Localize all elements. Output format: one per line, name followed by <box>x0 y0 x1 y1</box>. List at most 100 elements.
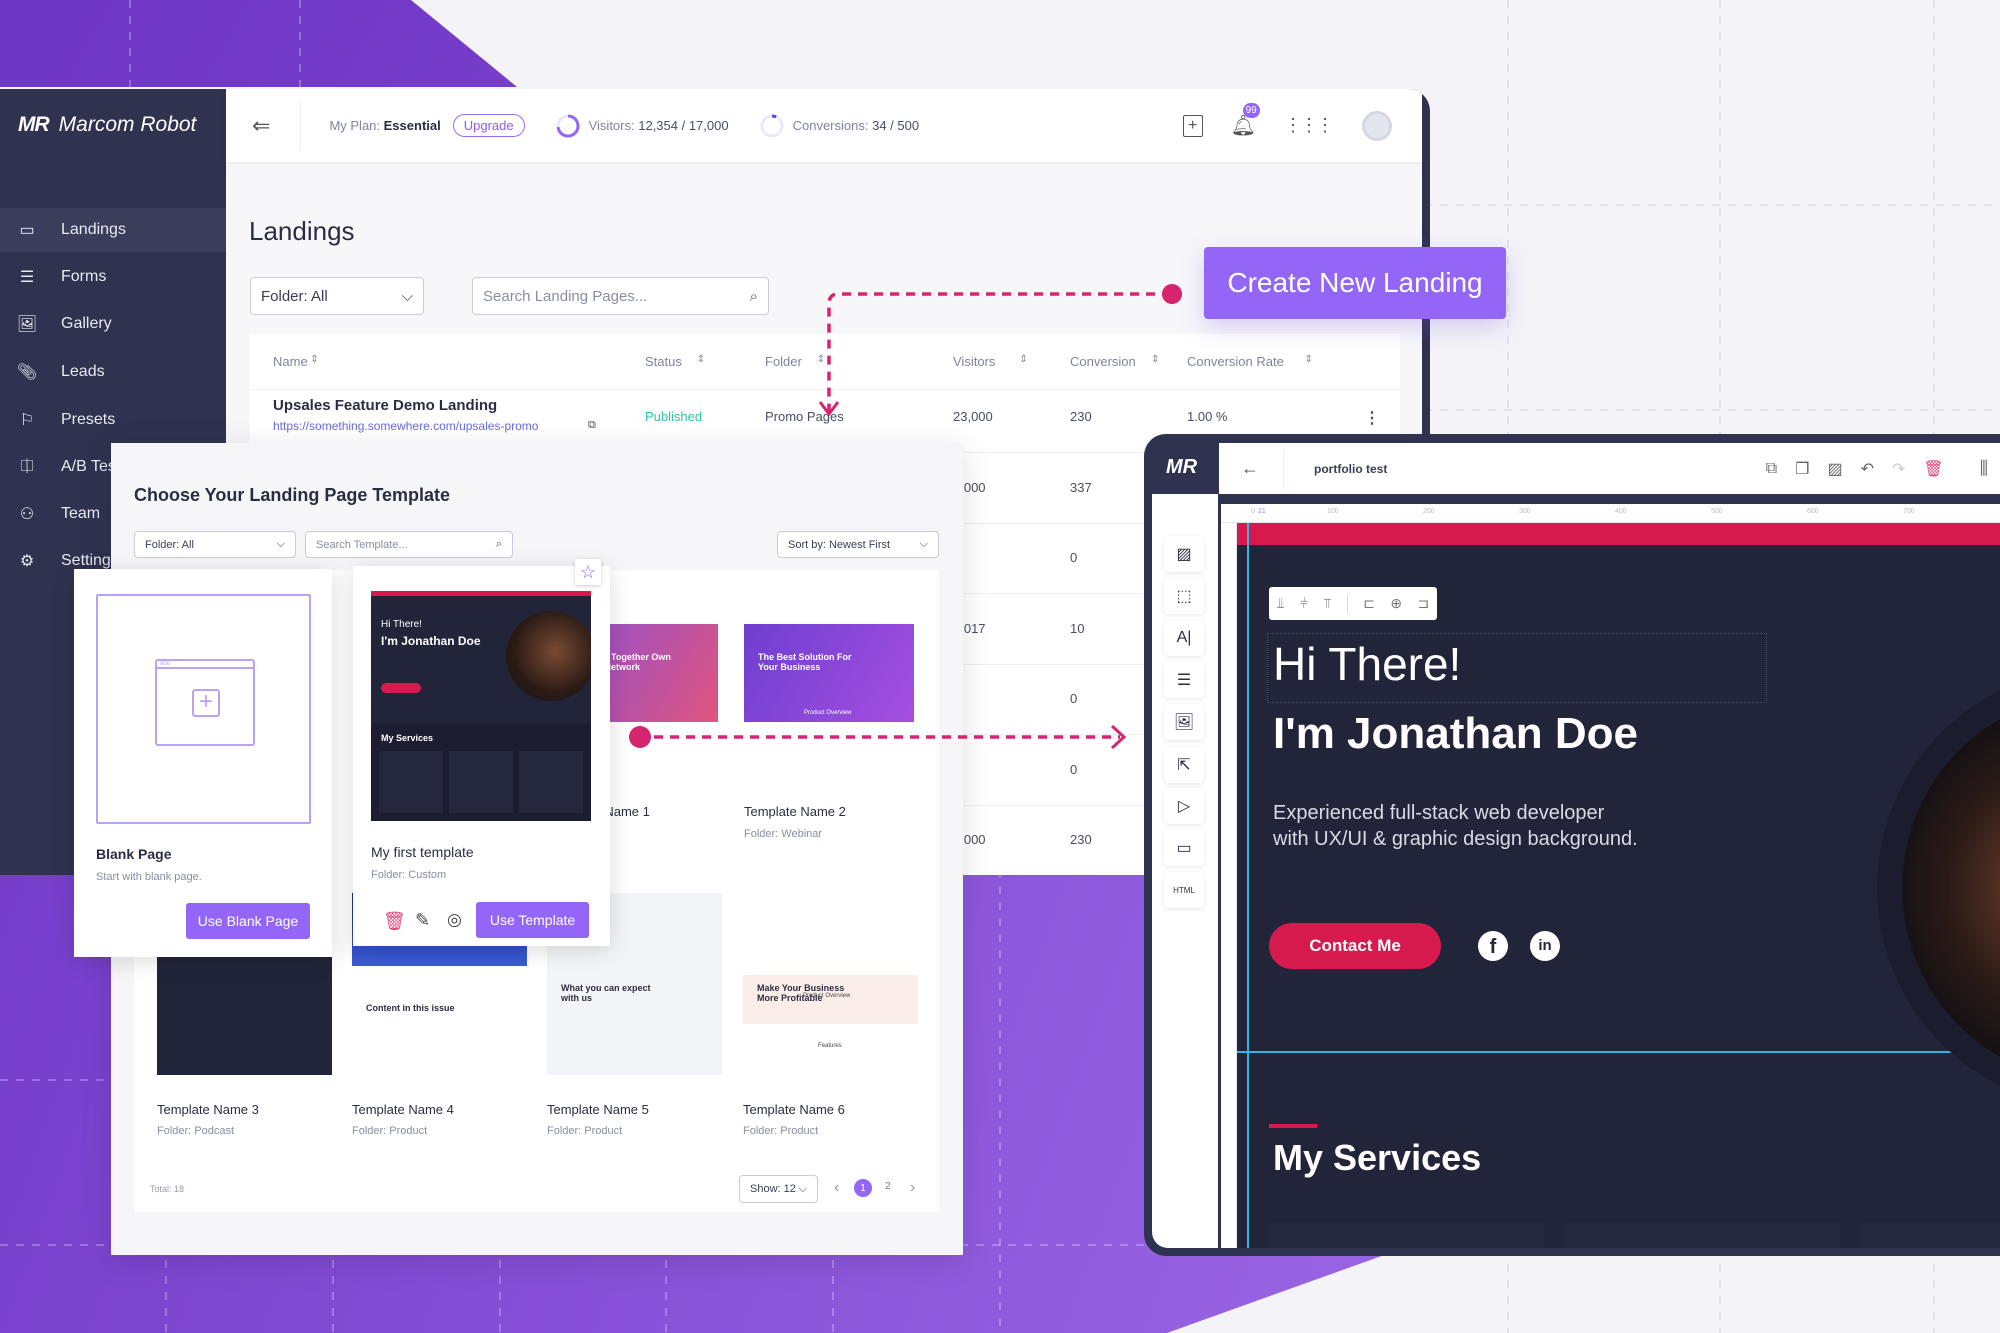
page-1-button[interactable]: 1 <box>854 1179 872 1197</box>
column-header[interactable]: Name <box>273 354 308 369</box>
columns-icon[interactable]: ⫼ <box>1980 458 1988 479</box>
undo-icon[interactable]: ↶ <box>1861 459 1874 479</box>
next-page-icon[interactable]: › <box>910 1179 915 1197</box>
folder-select[interactable]: Folder: All ⌵ <box>250 277 424 315</box>
edit-pencil-icon[interactable]: ✎ <box>415 910 430 931</box>
create-new-landing-button[interactable]: Create New Landing <box>1204 247 1506 319</box>
shape-tool-icon[interactable]: ▭ <box>1164 830 1204 866</box>
hero-description-line-2[interactable]: with UX/UI & graphic design background. <box>1273 828 1638 851</box>
image-tool-icon[interactable]: 🖼︎ <box>1164 704 1204 740</box>
ab-test-icon: ⎅ <box>20 458 34 475</box>
alignment-toolbar[interactable]: ⫫ ⫩ ⫪ ⊏ ⊕ ⊐ <box>1269 587 1437 620</box>
sidebar-item-label: A/B Tes <box>61 458 116 475</box>
thumb-subheading: Product Overview <box>804 710 852 716</box>
preview-eye-icon[interactable]: ◎ <box>447 910 462 930</box>
facebook-icon[interactable]: f <box>1478 931 1508 961</box>
sidebar-item-presets[interactable]: ⚐ Presets <box>0 398 226 442</box>
landing-url[interactable]: https://something.somewhere.com/upsales-… <box>273 419 538 433</box>
sidebar-item-label: Presets <box>61 411 116 428</box>
column-header[interactable]: Folder <box>765 354 802 369</box>
element-tool-panel: ▨ ⬚ A| ☰ 🖼︎ ⇱ ▷ ▭ HTML <box>1152 494 1218 1248</box>
avatar[interactable] <box>1362 110 1392 141</box>
video-tool-icon[interactable]: ▷ <box>1164 788 1204 824</box>
column-header[interactable]: Status <box>645 354 682 369</box>
sort-icon[interactable]: ⇕ <box>1151 354 1159 365</box>
background-tool-icon[interactable]: ▨ <box>1164 536 1204 572</box>
section-tool-icon[interactable]: ⬚ <box>1164 578 1204 614</box>
layers-icon[interactable]: ▨ <box>1827 459 1842 479</box>
button-tool-icon[interactable]: ⇱ <box>1164 747 1204 783</box>
sort-icon[interactable]: ⇕ <box>697 354 705 365</box>
service-card[interactable] <box>1565 1223 1840 1248</box>
column-header[interactable]: Conversion Rate <box>1187 354 1284 369</box>
featured-template-card[interactable]: Hi There! I'm Jonathan Doe My Services ☆… <box>353 559 610 946</box>
linkedin-icon[interactable]: in <box>1530 931 1560 961</box>
service-card[interactable] <box>1861 1223 2000 1248</box>
add-square-icon[interactable]: + <box>1182 114 1203 137</box>
landing-name[interactable]: Upsales Feature Demo Landing <box>273 397 497 414</box>
align-left-icon[interactable]: ⊏ <box>1363 595 1375 612</box>
sort-icon[interactable]: ⇕ <box>1019 354 1027 365</box>
search-landing-input[interactable]: Search Landing Pages... ⌕ <box>472 277 769 315</box>
align-top-icon[interactable]: ⫪ <box>1323 595 1331 612</box>
align-right-icon[interactable]: ⊐ <box>1418 595 1430 612</box>
align-middle-icon[interactable]: ⫩ <box>1300 595 1308 612</box>
sidebar-item-forms[interactable]: ☰ Forms <box>0 255 226 299</box>
column-header[interactable]: Visitors <box>953 354 995 369</box>
sidebar-item-landings[interactable]: ▭ Landings <box>0 208 226 252</box>
row-menu-icon[interactable]: ⋮ <box>1364 408 1380 428</box>
template-card[interactable]: The Best Solution For Your Business Produ… <box>744 594 914 840</box>
use-template-button[interactable]: Use Template <box>476 902 589 938</box>
hero-description-line-1[interactable]: Experienced full-stack web developer <box>1273 802 1604 825</box>
back-arrow-icon[interactable]: ← <box>1241 458 1259 479</box>
duplicate-icon[interactable]: ❐ <box>1795 459 1809 479</box>
services-title[interactable]: My Services <box>1273 1137 1481 1179</box>
text-tool-icon[interactable]: A| <box>1164 620 1204 656</box>
delete-trash-icon[interactable]: 🗑︎ <box>383 911 406 932</box>
sort-icon[interactable]: ⇕ <box>817 354 825 365</box>
service-card[interactable] <box>1269 1223 1544 1248</box>
delete-trash-icon[interactable]: 🗑︎ <box>1923 459 1943 479</box>
blank-page-card[interactable]: ooo + Blank Page Start with blank page. … <box>74 569 332 957</box>
use-blank-page-button[interactable]: Use Blank Page <box>186 903 310 939</box>
prev-page-icon[interactable]: ‹ <box>834 1179 839 1197</box>
template-card[interactable]: Make Your Business More Profitable Produc… <box>743 863 918 1165</box>
sort-select[interactable]: Sort by: Newest First ⌵ <box>777 531 939 558</box>
hero-greeting[interactable]: Hi There! <box>1273 637 1461 691</box>
ruler-mark: 21 <box>1258 508 1266 515</box>
hero-name[interactable]: I'm Jonathan Doe <box>1273 709 1638 759</box>
template-name: Template Name 2 <box>744 804 846 819</box>
page-editor-window: MR ← portfolio test ⧉ ❐ ▨ ↶ ↷ 🗑︎ ⫼ ▨ ⬚ A… <box>1144 434 2000 1256</box>
chevron-down-icon: ⌵ <box>401 287 413 305</box>
form-tool-icon[interactable]: ☰ <box>1164 662 1204 698</box>
sidebar-item-gallery[interactable]: 🖼︎ Gallery <box>0 302 226 346</box>
column-header[interactable]: Conversion <box>1070 354 1136 369</box>
copy-url-icon[interactable]: ⧉ <box>588 419 596 432</box>
browser-window-icon: ▭ <box>19 222 35 239</box>
sort-icon[interactable]: ⇕ <box>310 354 318 365</box>
search-template-input[interactable]: Search Template... ⌕ <box>305 531 513 558</box>
favorite-star-icon[interactable]: ☆ <box>575 559 601 585</box>
align-center-icon[interactable]: ⊕ <box>1390 595 1402 612</box>
ruler-mark: 600 <box>1807 508 1819 515</box>
align-bottom-icon[interactable]: ⫫ <box>1277 595 1285 612</box>
sidebar-item-label: Forms <box>61 268 107 285</box>
page-size-select[interactable]: Show: 12 ⌵ <box>739 1175 818 1203</box>
apps-grid-icon[interactable]: ⋮⋮⋮ <box>1284 115 1334 136</box>
notifications-bell-icon[interactable]: 🔔︎ 99 <box>1231 103 1260 138</box>
form-stack-icon: ☰ <box>19 269 35 286</box>
template-thumbnail: Make Your Business More Profitable Produc… <box>743 893 918 1075</box>
sort-icon[interactable]: ⇕ <box>1305 354 1313 365</box>
export-icon[interactable]: ⧉ <box>1766 460 1777 478</box>
sidebar-item-leads[interactable]: 📎︎ Leads <box>0 350 226 394</box>
upgrade-button[interactable]: Upgrade <box>452 114 525 137</box>
folder-cell: Promo Pages <box>765 409 844 424</box>
collapse-sidebar-icon[interactable]: ⇐ <box>252 113 270 139</box>
contact-me-button[interactable]: Contact Me <box>1269 923 1441 969</box>
page-2-button[interactable]: 2 <box>885 1181 891 1192</box>
sidebar-item-label: Landings <box>61 221 126 238</box>
redo-icon[interactable]: ↷ <box>1892 459 1905 479</box>
html-tool-icon[interactable]: HTML <box>1164 872 1204 908</box>
editor-canvas[interactable]: ⫫ ⫩ ⫪ ⊏ ⊕ ⊐ Hi There! I'm Jonathan Doe Experi… <box>1237 523 2000 1248</box>
template-folder-select[interactable]: Folder: All ⌵ <box>134 531 296 558</box>
